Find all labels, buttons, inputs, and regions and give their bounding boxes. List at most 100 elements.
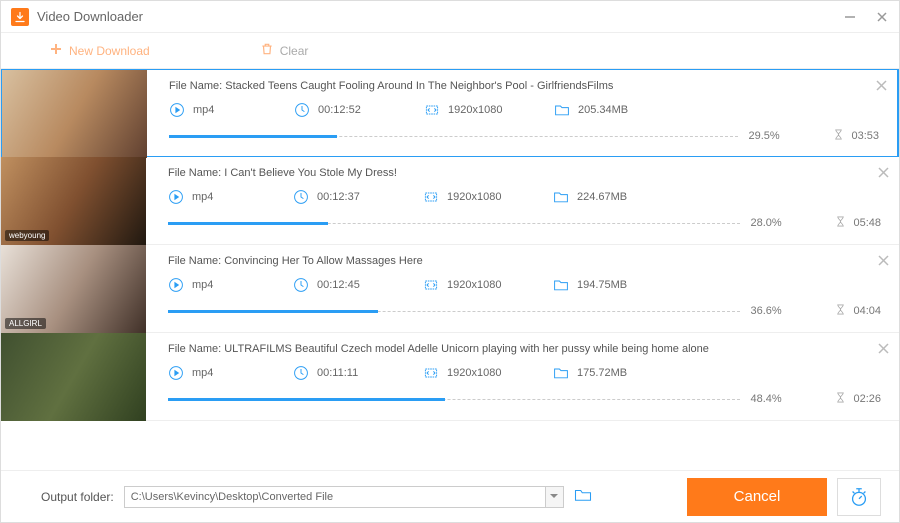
remove-item-button[interactable] bbox=[878, 165, 889, 181]
progress-bar bbox=[168, 222, 740, 225]
thumbnail bbox=[1, 333, 146, 421]
time-remaining: 04:04 bbox=[834, 303, 881, 319]
resolution-meta: 1920x1080 bbox=[423, 189, 553, 205]
progress-row: 29.5% 03:53 bbox=[169, 128, 879, 144]
thumbnail: ALLGIRL bbox=[1, 245, 146, 333]
download-item[interactable]: File Name: Stacked Teens Caught Fooling … bbox=[1, 69, 899, 157]
play-circle-icon bbox=[168, 189, 184, 205]
time-remaining: 05:48 bbox=[834, 215, 881, 231]
app-icon bbox=[11, 8, 29, 26]
progress-percent: 48.4% bbox=[750, 393, 794, 405]
output-folder-input[interactable]: C:\Users\Kevincy\Desktop\Converted File bbox=[124, 486, 564, 508]
meta-row: mp4 00:12:45 1920x1080 194.75MB bbox=[168, 277, 881, 293]
window-title: Video Downloader bbox=[37, 9, 143, 24]
remove-item-button[interactable] bbox=[878, 253, 889, 269]
output-folder-dropdown[interactable] bbox=[545, 487, 563, 507]
footer: Output folder: C:\Users\Kevincy\Desktop\… bbox=[1, 470, 899, 522]
minimize-button[interactable] bbox=[843, 10, 857, 24]
resolution-icon bbox=[424, 102, 440, 118]
format-meta: mp4 bbox=[168, 277, 293, 293]
format-meta: mp4 bbox=[168, 365, 293, 381]
hourglass-icon bbox=[834, 391, 847, 407]
duration-meta: 00:11:11 bbox=[293, 365, 423, 381]
resolution-meta: 1920x1080 bbox=[423, 365, 553, 381]
resolution-meta: 1920x1080 bbox=[424, 102, 554, 118]
hourglass-icon bbox=[834, 215, 847, 231]
play-circle-icon bbox=[169, 102, 185, 118]
folder-icon bbox=[554, 102, 570, 118]
progress-percent: 29.5% bbox=[748, 130, 792, 142]
new-download-button[interactable]: New Download bbox=[49, 42, 150, 59]
meta-row: mp4 00:12:37 1920x1080 224.67MB bbox=[168, 189, 881, 205]
titlebar: Video Downloader bbox=[1, 1, 899, 33]
item-body: File Name: Stacked Teens Caught Fooling … bbox=[147, 70, 898, 156]
clock-icon bbox=[293, 365, 309, 381]
duration-meta: 00:12:37 bbox=[293, 189, 423, 205]
progress-percent: 36.6% bbox=[750, 305, 794, 317]
clock-icon bbox=[293, 277, 309, 293]
item-body: File Name: Convincing Her To Allow Massa… bbox=[146, 245, 899, 332]
file-name: File Name: Stacked Teens Caught Fooling … bbox=[169, 80, 879, 92]
clock-icon bbox=[294, 102, 310, 118]
output-folder-path: C:\Users\Kevincy\Desktop\Converted File bbox=[125, 491, 545, 503]
clear-button[interactable]: Clear bbox=[260, 42, 309, 59]
item-body: File Name: I Can't Believe You Stole My … bbox=[146, 157, 899, 244]
thumbnail bbox=[2, 70, 147, 158]
item-body: File Name: ULTRAFILMS Beautiful Czech mo… bbox=[146, 333, 899, 420]
meta-row: mp4 00:12:52 1920x1080 205.34MB bbox=[169, 102, 879, 118]
format-meta: mp4 bbox=[168, 189, 293, 205]
thumb-source-tag: ALLGIRL bbox=[5, 318, 46, 329]
resolution-icon bbox=[423, 277, 439, 293]
duration-meta: 00:12:52 bbox=[294, 102, 424, 118]
thumb-source-tag: webyoung bbox=[5, 230, 49, 241]
output-folder-label: Output folder: bbox=[41, 490, 114, 504]
schedule-button[interactable] bbox=[837, 478, 881, 516]
download-item[interactable]: webyoung File Name: I Can't Believe You … bbox=[1, 157, 899, 245]
clock-icon bbox=[293, 189, 309, 205]
folder-icon bbox=[553, 365, 569, 381]
resolution-icon bbox=[423, 365, 439, 381]
download-item[interactable]: File Name: ULTRAFILMS Beautiful Czech mo… bbox=[1, 333, 899, 421]
progress-row: 48.4% 02:26 bbox=[168, 391, 881, 407]
browse-folder-button[interactable] bbox=[574, 488, 592, 505]
time-remaining: 03:53 bbox=[832, 128, 879, 144]
resolution-meta: 1920x1080 bbox=[423, 277, 553, 293]
app-window: Video Downloader New Download Clear bbox=[0, 0, 900, 523]
progress-percent: 28.0% bbox=[750, 217, 794, 229]
toolbar: New Download Clear bbox=[1, 33, 899, 69]
folder-icon bbox=[553, 277, 569, 293]
size-meta: 205.34MB bbox=[554, 102, 674, 118]
size-meta: 194.75MB bbox=[553, 277, 673, 293]
progress-bar bbox=[168, 310, 740, 313]
clear-label: Clear bbox=[280, 44, 309, 58]
play-circle-icon bbox=[168, 277, 184, 293]
new-download-label: New Download bbox=[69, 44, 150, 58]
remove-item-button[interactable] bbox=[878, 341, 889, 357]
trash-icon bbox=[260, 42, 274, 59]
remove-item-button[interactable] bbox=[876, 78, 887, 94]
thumbnail: webyoung bbox=[1, 157, 146, 245]
play-circle-icon bbox=[168, 365, 184, 381]
resolution-icon bbox=[423, 189, 439, 205]
folder-icon bbox=[553, 189, 569, 205]
file-name: File Name: ULTRAFILMS Beautiful Czech mo… bbox=[168, 343, 881, 355]
progress-row: 36.6% 04:04 bbox=[168, 303, 881, 319]
file-name: File Name: Convincing Her To Allow Massa… bbox=[168, 255, 881, 267]
hourglass-icon bbox=[834, 303, 847, 319]
meta-row: mp4 00:11:11 1920x1080 175.72MB bbox=[168, 365, 881, 381]
progress-row: 28.0% 05:48 bbox=[168, 215, 881, 231]
size-meta: 224.67MB bbox=[553, 189, 673, 205]
plus-icon bbox=[49, 42, 63, 59]
time-remaining: 02:26 bbox=[834, 391, 881, 407]
size-meta: 175.72MB bbox=[553, 365, 673, 381]
download-list: File Name: Stacked Teens Caught Fooling … bbox=[1, 69, 899, 470]
window-controls bbox=[843, 10, 889, 24]
download-item[interactable]: ALLGIRL File Name: Convincing Her To All… bbox=[1, 245, 899, 333]
file-name: File Name: I Can't Believe You Stole My … bbox=[168, 167, 881, 179]
duration-meta: 00:12:45 bbox=[293, 277, 423, 293]
hourglass-icon bbox=[832, 128, 845, 144]
progress-bar bbox=[168, 398, 740, 401]
cancel-button[interactable]: Cancel bbox=[687, 478, 827, 516]
format-meta: mp4 bbox=[169, 102, 294, 118]
close-button[interactable] bbox=[875, 10, 889, 24]
